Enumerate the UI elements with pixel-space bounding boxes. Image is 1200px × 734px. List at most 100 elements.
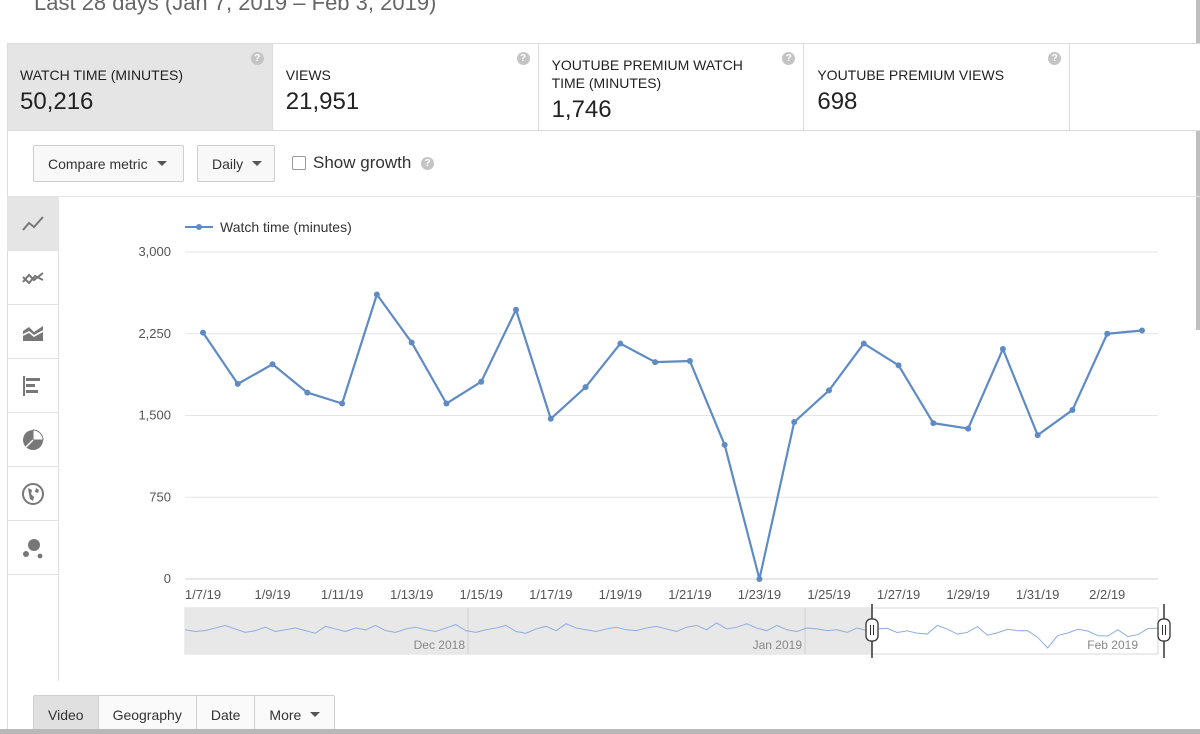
line-chart-button[interactable] [7,197,59,251]
data-point[interactable] [513,306,519,313]
metric-label: YOUTUBE PREMIUM VIEWS [817,67,1005,83]
y-tick-label: 0 [164,571,171,586]
tab-label: Video [48,706,84,723]
data-point[interactable] [999,346,1006,353]
x-tick-label: 1/11/19 [321,587,363,602]
metric-tab-empty [1070,44,1200,130]
metric-label: YOUTUBE PREMIUM WATCH TIME (MINUTES) [551,57,743,91]
data-point[interactable] [1034,432,1041,439]
help-icon[interactable]: ? [1048,52,1062,65]
metric-label: WATCH TIME (MINUTES) [20,67,184,83]
metric-tab-premium-watch-time[interactable]: YOUTUBE PREMIUM WATCH TIME (MINUTES) 1,7… [539,44,805,130]
map-chart-button[interactable] [7,467,59,521]
help-icon[interactable]: ? [516,52,530,65]
data-point[interactable] [339,400,346,407]
show-growth-checkbox[interactable] [292,156,306,170]
data-point[interactable] [373,291,380,298]
data-point[interactable] [965,425,972,432]
bar-chart-icon [23,375,40,396]
bubble-chart-icon [23,538,43,558]
x-tick-label: 1/9/19 [254,587,290,602]
x-tick-label: 1/31/19 [1016,587,1059,602]
data-point[interactable] [1139,327,1145,334]
chevron-down-icon [310,712,321,717]
data-point[interactable] [478,378,485,385]
y-tick-label: 3,000 [138,244,171,259]
data-point[interactable] [1104,330,1111,337]
data-point[interactable] [443,400,450,407]
data-point[interactable] [756,576,763,582]
compare-metric-dropdown[interactable]: Compare metric [33,145,184,182]
y-tick-label: 750 [149,489,171,504]
data-point[interactable] [686,358,693,364]
legend-marker [196,224,202,230]
x-tick-label: 1/23/19 [738,587,781,602]
chart-type-rail [7,197,59,681]
date-range-title: Last 28 days (Jan 7, 2019 – Feb 3, 2019) [34,0,437,15]
navigator-label: Feb 2019 [1087,638,1138,652]
data-point[interactable] [547,415,554,422]
x-tick-label: 1/27/19 [877,587,920,602]
data-point[interactable] [234,380,241,387]
data-point[interactable] [895,362,902,369]
x-tick-label: 1/25/19 [807,587,850,602]
bubble-chart-button[interactable] [7,521,59,575]
data-point[interactable] [721,441,728,448]
tab-geography[interactable]: Geography [98,696,197,733]
pie-chart-button[interactable] [7,413,59,467]
x-tick-label: 1/29/19 [946,587,989,602]
help-icon[interactable]: ? [782,52,796,65]
tab-label: More [269,706,302,723]
metric-tab-views[interactable]: VIEWS 21,951 ? [273,44,539,130]
interval-dropdown[interactable]: Daily [197,145,275,182]
data-point[interactable] [304,389,311,396]
chart-area: 0 750 1,500 2,250 3,000 1/7/19 1/9/19 1/11/19 1/… [60,197,1200,681]
data-point[interactable] [1069,407,1076,414]
data-point[interactable] [930,420,937,427]
metric-label: VIEWS [285,67,331,83]
data-point[interactable] [582,384,589,391]
data-point[interactable] [617,340,624,347]
data-point[interactable] [791,419,798,426]
y-tick-label: 2,250 [138,326,171,341]
multi-line-chart-button[interactable] [7,251,59,305]
x-tick-label: 2/2/19 [1089,587,1125,602]
pie-chart-icon [23,428,44,450]
data-point[interactable] [269,361,276,368]
tab-video[interactable]: Video [34,696,99,733]
data-point[interactable] [826,387,832,394]
show-growth-label: Show growth [313,153,412,172]
data-point[interactable] [652,359,659,366]
metric-value: 50,216 [20,88,94,115]
navigator-label: Jan 2019 [753,638,803,652]
data-point[interactable] [860,340,867,347]
metric-tab-watch-time[interactable]: WATCH TIME (MINUTES) 50,216 ? [7,44,273,130]
navigator-handle-right[interactable] [1157,618,1171,642]
data-point[interactable] [408,339,415,346]
navigator-handle-left[interactable] [865,618,879,642]
metric-tab-premium-views[interactable]: YOUTUBE PREMIUM VIEWS 698 ? [804,44,1071,130]
x-tick-label: 1/17/19 [529,587,572,602]
y-tick-label: 1,500 [138,408,171,423]
chevron-down-icon [252,161,263,166]
globe-icon [22,482,44,505]
tab-more[interactable]: More [255,696,335,733]
metric-tabs: WATCH TIME (MINUTES) 50,216 ? VIEWS 21,9… [7,43,1200,131]
multi-line-chart-icon [22,271,44,284]
tab-date[interactable]: Date [196,696,256,733]
chevron-down-icon [156,161,167,166]
bar-chart-button[interactable] [7,359,59,413]
line-chart: 0 750 1,500 2,250 3,000 1/7/19 1/9/19 1/11/19 1/… [138,219,1171,658]
metric-value: 21,951 [285,88,360,115]
tab-label: Geography [112,706,182,723]
data-point[interactable] [200,329,206,336]
stacked-area-chart-button[interactable] [7,305,59,359]
interval-label: Daily [212,155,244,172]
metric-value: 698 [817,88,858,115]
x-tick-label: 1/15/19 [460,587,503,602]
compare-metric-label: Compare metric [48,155,148,172]
chart-toolbar: Compare metric Daily Show growth ? [7,131,1200,197]
legend-label: Watch time (minutes) [220,219,352,235]
help-icon[interactable]: ? [250,52,264,65]
help-icon[interactable]: ? [421,157,434,170]
